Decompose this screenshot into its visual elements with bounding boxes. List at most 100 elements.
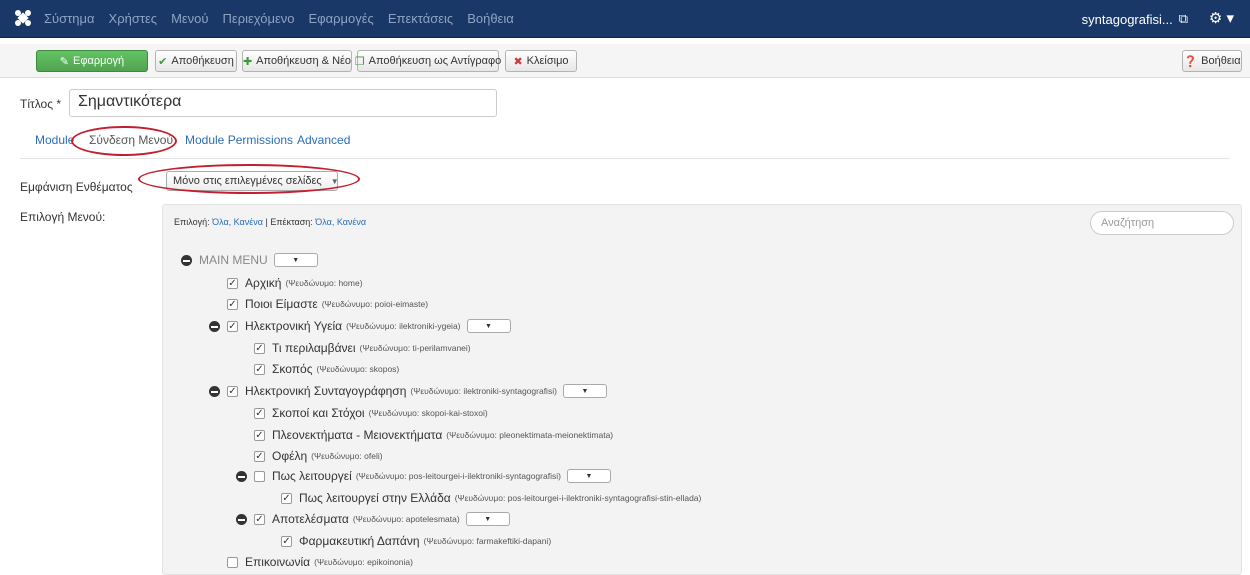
item-dropdown-button[interactable]: ▼ (465, 512, 510, 526)
search-input[interactable]: Αναζήτηση (1090, 211, 1234, 235)
item-name: Οφέλη (272, 449, 308, 463)
close-button[interactable]: ✖ Κλείσιμο (505, 50, 577, 72)
help-label: Βοήθεια (1201, 55, 1241, 67)
plus-icon: ✚ (242, 55, 253, 68)
tree-item: ✓ Οφέλη (Ψευδώνυμο: ofeli) (254, 447, 383, 465)
check-icon: ✔ (158, 55, 168, 68)
item-alias: (Ψευδώνυμο: skopoi-kai-stoxoi) (368, 408, 488, 418)
assignment-value: Μόνο στις επιλεγμένες σελίδες (173, 175, 322, 187)
item-alias: (Ψευδώνυμο: pos-leitourgei-i-ilektroniki… (355, 471, 561, 481)
item-name: Επικοινωνία (245, 555, 311, 569)
collapse-icon[interactable] (209, 320, 220, 332)
item-checkbox[interactable] (254, 470, 265, 482)
item-checkbox[interactable]: ✓ (281, 492, 292, 504)
collapse-icon[interactable] (236, 513, 247, 525)
item-checkbox[interactable]: ✓ (254, 363, 265, 375)
menu-help[interactable]: Βοήθεια (467, 11, 514, 26)
tree-item: ✓ Ποιοι Είμαστε (Ψευδώνυμο: poioi-eimast… (227, 295, 428, 313)
item-checkbox[interactable]: ✓ (227, 320, 238, 332)
menu-selection-label: Επιλογή Μενού: (20, 210, 106, 224)
menu-title: MAIN MENU (199, 253, 268, 267)
close-label: Κλείσιμο (526, 55, 569, 67)
save-copy-button[interactable]: ❐ Αποθήκευση ως Αντίγραφο (354, 50, 501, 72)
item-name: Πως λειτουργεί στην Ελλάδα (299, 491, 451, 505)
item-checkbox[interactable]: ✓ (227, 298, 238, 310)
save-new-button[interactable]: ✚ Αποθήκευση & Νέο (242, 50, 352, 72)
item-checkbox[interactable]: ✓ (281, 535, 292, 547)
close-icon: ✖ (513, 55, 523, 68)
assignment-label: Εμφάνιση Ενθέματος (20, 180, 133, 194)
menu-users[interactable]: Χρήστες (109, 11, 158, 26)
title-label: Τίτλος * (20, 97, 62, 111)
save-label: Αποθήκευση (171, 55, 234, 67)
menu-extensions[interactable]: Επεκτάσεις (388, 11, 453, 26)
tree-item: ✓ Πλεονεκτήματα - Μειονεκτήματα (Ψευδώνυ… (254, 426, 613, 444)
collapse-icon[interactable] (236, 470, 247, 482)
chevron-down-icon: ▼ (330, 177, 339, 186)
collapse-icon[interactable] (181, 254, 192, 266)
tab-advanced[interactable]: Advanced (297, 133, 350, 147)
tab-divider (20, 158, 1230, 159)
item-checkbox[interactable]: ✓ (254, 429, 265, 441)
tree-menu-root: MAIN MENU ▼ (181, 251, 318, 269)
tree-item: ✓ Τι περιλαμβάνει (Ψευδώνυμο: ti-perilam… (254, 339, 471, 357)
collapse-icon[interactable] (209, 385, 220, 397)
item-dropdown-button[interactable]: ▼ (566, 469, 611, 483)
item-dropdown-button[interactable]: ▼ (466, 319, 511, 333)
tab-module[interactable]: Module (35, 133, 74, 147)
expand-all-none-link[interactable]: Όλα, Κανένα (315, 217, 366, 227)
item-alias: (Ψευδώνυμο: ilektroniki-ygeia) (346, 321, 461, 331)
item-checkbox[interactable]: ✓ (227, 277, 238, 289)
menu-content[interactable]: Περιεχόμενο (223, 11, 295, 26)
toolbar: ✎ Εφαρμογή ✔ Αποθήκευση ✚ Αποθήκευση & Ν… (0, 44, 1250, 78)
item-checkbox[interactable]: ✓ (254, 513, 265, 525)
menu-dropdown-button[interactable]: ▼ (273, 253, 318, 267)
item-name: Ηλεκτρονική Υγεία (245, 319, 343, 333)
item-checkbox[interactable]: ✓ (254, 407, 265, 419)
item-name: Πλεονεκτήματα - Μειονεκτήματα (272, 428, 443, 442)
item-name: Ποιοι Είμαστε (245, 297, 318, 311)
item-checkbox[interactable]: ✓ (254, 450, 265, 462)
separator: | (265, 217, 268, 227)
item-name: Αποτελέσματα (272, 512, 349, 526)
item-alias: (Ψευδώνυμο: apotelesmata) (352, 514, 460, 524)
tree-actions: Επιλογή: Όλα, Κανένα | Επέκταση: Όλα, Κα… (174, 217, 366, 227)
joomla-logo-icon[interactable] (14, 9, 32, 27)
tree-item: ✓ Ηλεκτρονική Υγεία (Ψευδώνυμο: ilektron… (209, 317, 511, 335)
apply-button[interactable]: ✎ Εφαρμογή (36, 50, 148, 72)
save-new-label: Αποθήκευση & Νέο (256, 55, 352, 67)
item-checkbox[interactable]: ✓ (254, 342, 265, 354)
top-navbar: Σύστημα Χρήστες Μενού Περιεχόμενο Εφαρμο… (0, 0, 1250, 38)
select-prefix: Επιλογή: (174, 217, 210, 227)
external-link-icon: ⧉ (1178, 11, 1188, 26)
site-link[interactable]: syntagografisi... ⧉ (1082, 11, 1188, 27)
gear-icon[interactable]: ⚙ ▾ (1209, 9, 1234, 27)
tab-module-permissions[interactable]: Module Permissions (185, 133, 293, 147)
item-checkbox[interactable]: ✓ (227, 385, 238, 397)
item-alias: (Ψευδώνυμο: ofeli) (311, 451, 383, 461)
tree-item: ✓ Αρχική (Ψευδώνυμο: home) (227, 274, 363, 292)
item-alias: (Ψευδώνυμο: pos-leitourgei-i-ilektroniki… (454, 493, 702, 503)
item-name: Σκοποί και Στόχοι (272, 406, 365, 420)
menu-components[interactable]: Εφαρμογές (309, 11, 374, 26)
tab-bar: Module Σύνδεση Μενού Module Permissions … (20, 133, 1230, 155)
title-input[interactable]: Σημαντικότερα (69, 89, 497, 117)
tree-item: ✓ Αποτελέσματα (Ψευδώνυμο: apotelesmata)… (236, 510, 510, 528)
menu-system[interactable]: Σύστημα (44, 11, 95, 26)
menu-menus[interactable]: Μενού (171, 11, 208, 26)
question-icon: ❓ (1183, 55, 1198, 68)
item-checkbox[interactable] (227, 556, 238, 568)
item-alias: (Ψευδώνυμο: farmakeftiki-dapani) (423, 536, 552, 546)
apply-label: Εφαρμογή (73, 55, 125, 67)
save-button[interactable]: ✔ Αποθήκευση (155, 50, 237, 72)
tab-menu-assignment[interactable]: Σύνδεση Μενού (89, 133, 173, 147)
copy-icon: ❐ (354, 55, 365, 68)
assignment-select[interactable]: Μόνο στις επιλεγμένες σελίδες ▼ (166, 171, 339, 191)
item-alias: (Ψευδώνυμο: epikoinonia) (314, 557, 413, 567)
item-name: Πως λειτουργεί (272, 469, 352, 483)
help-button[interactable]: ❓ Βοήθεια (1182, 50, 1242, 72)
select-all-none-link[interactable]: Όλα, Κανένα (212, 217, 263, 227)
item-name: Σκοπός (272, 362, 313, 376)
item-dropdown-button[interactable]: ▼ (562, 384, 607, 398)
tree-item: ✓ Σκοπός (Ψευδώνυμο: skopos) (254, 360, 399, 378)
